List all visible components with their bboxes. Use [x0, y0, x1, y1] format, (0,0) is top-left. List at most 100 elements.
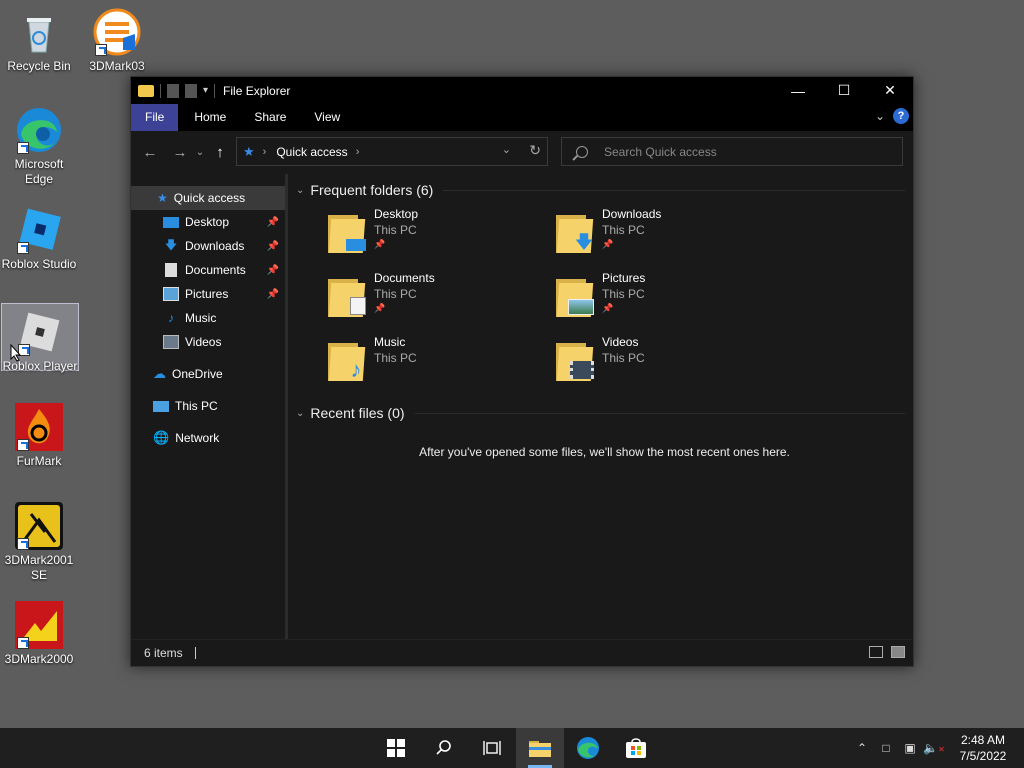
back-button[interactable]: ← — [137, 139, 163, 165]
large-icons-view-icon[interactable] — [891, 646, 905, 658]
music-folder-icon: ♪ — [328, 339, 368, 381]
pin-icon[interactable]: 📌 — [267, 217, 279, 228]
sidebar-item-downloads[interactable]: 🡇 Downloads 📌 — [131, 234, 285, 258]
chevron-right-icon[interactable]: › — [263, 146, 267, 158]
network-icon[interactable]: ▣ — [898, 741, 922, 755]
folder-tile-music[interactable]: ♪ Music This PC — [328, 335, 556, 387]
roblox-player-icon — [16, 308, 64, 356]
refresh-icon[interactable]: ↻ — [529, 142, 541, 159]
expand-ribbon-icon[interactable]: ⌄ — [875, 109, 885, 123]
clock-time: 2:48 AM — [960, 733, 1006, 747]
folder-name: Downloads — [602, 207, 662, 221]
task-view-button[interactable] — [468, 728, 516, 768]
chevron-up-icon[interactable]: ⌃ — [850, 741, 874, 755]
pin-icon[interactable]: 📌 — [267, 241, 279, 252]
sidebar-item-videos[interactable]: Videos — [131, 330, 285, 354]
shortcut-arrow-icon — [17, 142, 29, 154]
pin-icon: 📌 — [602, 239, 614, 249]
folder-location: This PC — [602, 287, 645, 301]
desktop-icon-furmark[interactable]: FurMark — [0, 403, 78, 469]
folder-tile-pictures[interactable]: Pictures This PC 📌 — [556, 271, 784, 323]
desktop-icon-roblox-studio[interactable]: Roblox Studio — [0, 206, 78, 272]
desktop-icon-recycle-bin[interactable]: Recycle Bin — [0, 8, 78, 74]
start-button[interactable] — [372, 728, 420, 768]
sidebar-item-network[interactable]: 🌐 Network — [131, 426, 285, 450]
sidebar-item-desktop[interactable]: Desktop 📌 — [131, 210, 285, 234]
sidebar-item-music[interactable]: ♪ Music — [131, 306, 285, 330]
tab-home[interactable]: Home — [180, 104, 240, 131]
windows-logo-icon — [387, 739, 405, 757]
sidebar-item-pictures[interactable]: Pictures 📌 — [131, 282, 285, 306]
clock[interactable]: 2:48 AM 7/5/2022 — [950, 732, 1016, 764]
sidebar-item-quick-access[interactable]: ★ Quick access — [131, 186, 285, 210]
folder-tile-downloads[interactable]: 🡇 Downloads This PC 📌 — [556, 207, 784, 259]
group-title: Recent files (0) — [310, 405, 405, 421]
chevron-down-icon[interactable]: ⌄ — [502, 143, 511, 156]
maximize-button[interactable]: ☐ — [821, 77, 867, 104]
desktop-icon-label: 3DMark2001 SE — [4, 553, 74, 582]
navigation-pane: ★ Quick access Desktop 📌 🡇 Downloads 📌 D… — [131, 174, 288, 639]
pin-icon[interactable]: 📌 — [267, 289, 279, 300]
customize-toolbar-icon[interactable]: ▾ — [203, 85, 208, 96]
details-view-icon[interactable] — [869, 646, 883, 658]
folder-tile-videos[interactable]: Videos This PC — [556, 335, 784, 387]
documents-folder-icon — [328, 275, 368, 317]
tab-view[interactable]: View — [300, 104, 354, 131]
chevron-down-icon[interactable]: ⌄ — [296, 408, 304, 419]
breadcrumb[interactable]: Quick access — [276, 145, 347, 159]
star-icon: ★ — [243, 143, 255, 159]
chevron-right-icon[interactable]: › — [356, 146, 360, 158]
folder-grid: Desktop This PC 📌 🡇 Downloads This PC 📌 — [296, 207, 913, 387]
address-bar[interactable]: ★ › Quick access › ⌄ ↻ — [236, 137, 548, 166]
new-folder-icon[interactable] — [185, 83, 197, 98]
taskbar-edge[interactable] — [564, 728, 612, 768]
taskbar-file-explorer[interactable] — [516, 728, 564, 768]
star-icon: ★ — [157, 191, 168, 205]
folder-location: This PC — [602, 223, 645, 237]
network-icon: 🌐 — [153, 430, 170, 445]
folder-name: Documents — [374, 271, 435, 285]
desktop-icon-label: Roblox Studio — [1, 257, 77, 271]
recent-locations-icon[interactable]: ⌄ — [193, 139, 207, 165]
search-box[interactable] — [561, 137, 903, 166]
search-button[interactable] — [420, 728, 468, 768]
search-input[interactable] — [602, 143, 882, 160]
tab-file[interactable]: File — [131, 104, 179, 131]
desktop-icon-3dmark2001[interactable]: 3DMark2001 SE — [0, 502, 78, 583]
chevron-down-icon[interactable]: ⌄ — [296, 185, 304, 196]
recycle-bin-icon — [15, 8, 63, 56]
tab-share[interactable]: Share — [240, 104, 300, 131]
furmark-icon — [15, 403, 63, 451]
folder-icon[interactable] — [138, 84, 154, 97]
device-icon[interactable]: □ — [874, 741, 898, 755]
forward-button[interactable]: → — [167, 139, 193, 165]
folder-tile-desktop[interactable]: Desktop This PC 📌 — [328, 207, 556, 259]
frequent-folders-header[interactable]: ⌄ Frequent folders (6) — [296, 178, 913, 202]
sidebar-item-onedrive[interactable]: ☁ OneDrive — [131, 362, 285, 386]
recent-files-header[interactable]: ⌄ Recent files (0) — [296, 401, 913, 425]
divider — [160, 83, 161, 98]
properties-icon[interactable] — [167, 83, 179, 98]
pin-icon[interactable]: 📌 — [267, 265, 279, 276]
sidebar-item-label: Downloads — [185, 239, 245, 253]
help-icon[interactable]: ? — [893, 108, 909, 124]
desktop-icon-edge[interactable]: Microsoft Edge — [0, 106, 78, 187]
desktop-icon-label: Recycle Bin — [7, 59, 71, 73]
close-button[interactable]: ✕ — [867, 77, 913, 104]
sidebar-item-label: Pictures — [185, 287, 229, 301]
desktop-icon-3dmark2000[interactable]: 3DMark2000 — [0, 601, 78, 667]
folder-name: Music — [374, 335, 406, 349]
desktop-icon-3dmark03[interactable]: 3DMark03 — [78, 8, 156, 74]
minimize-button[interactable]: — — [775, 77, 821, 104]
window-title: File Explorer — [223, 83, 291, 98]
sidebar-item-label: Music — [185, 311, 217, 325]
up-button[interactable]: ↑ — [207, 139, 233, 165]
mouse-cursor-icon — [10, 344, 22, 362]
sidebar-item-this-pc[interactable]: This PC — [131, 394, 285, 418]
quick-access-toolbar: ▾ — [131, 83, 216, 98]
taskbar-store[interactable] — [612, 728, 660, 768]
divider — [214, 83, 216, 98]
volume-muted-icon[interactable]: 🔈✕ — [922, 741, 946, 755]
sidebar-item-documents[interactable]: Documents 📌 — [131, 258, 285, 282]
folder-tile-documents[interactable]: Documents This PC 📌 — [328, 271, 556, 323]
